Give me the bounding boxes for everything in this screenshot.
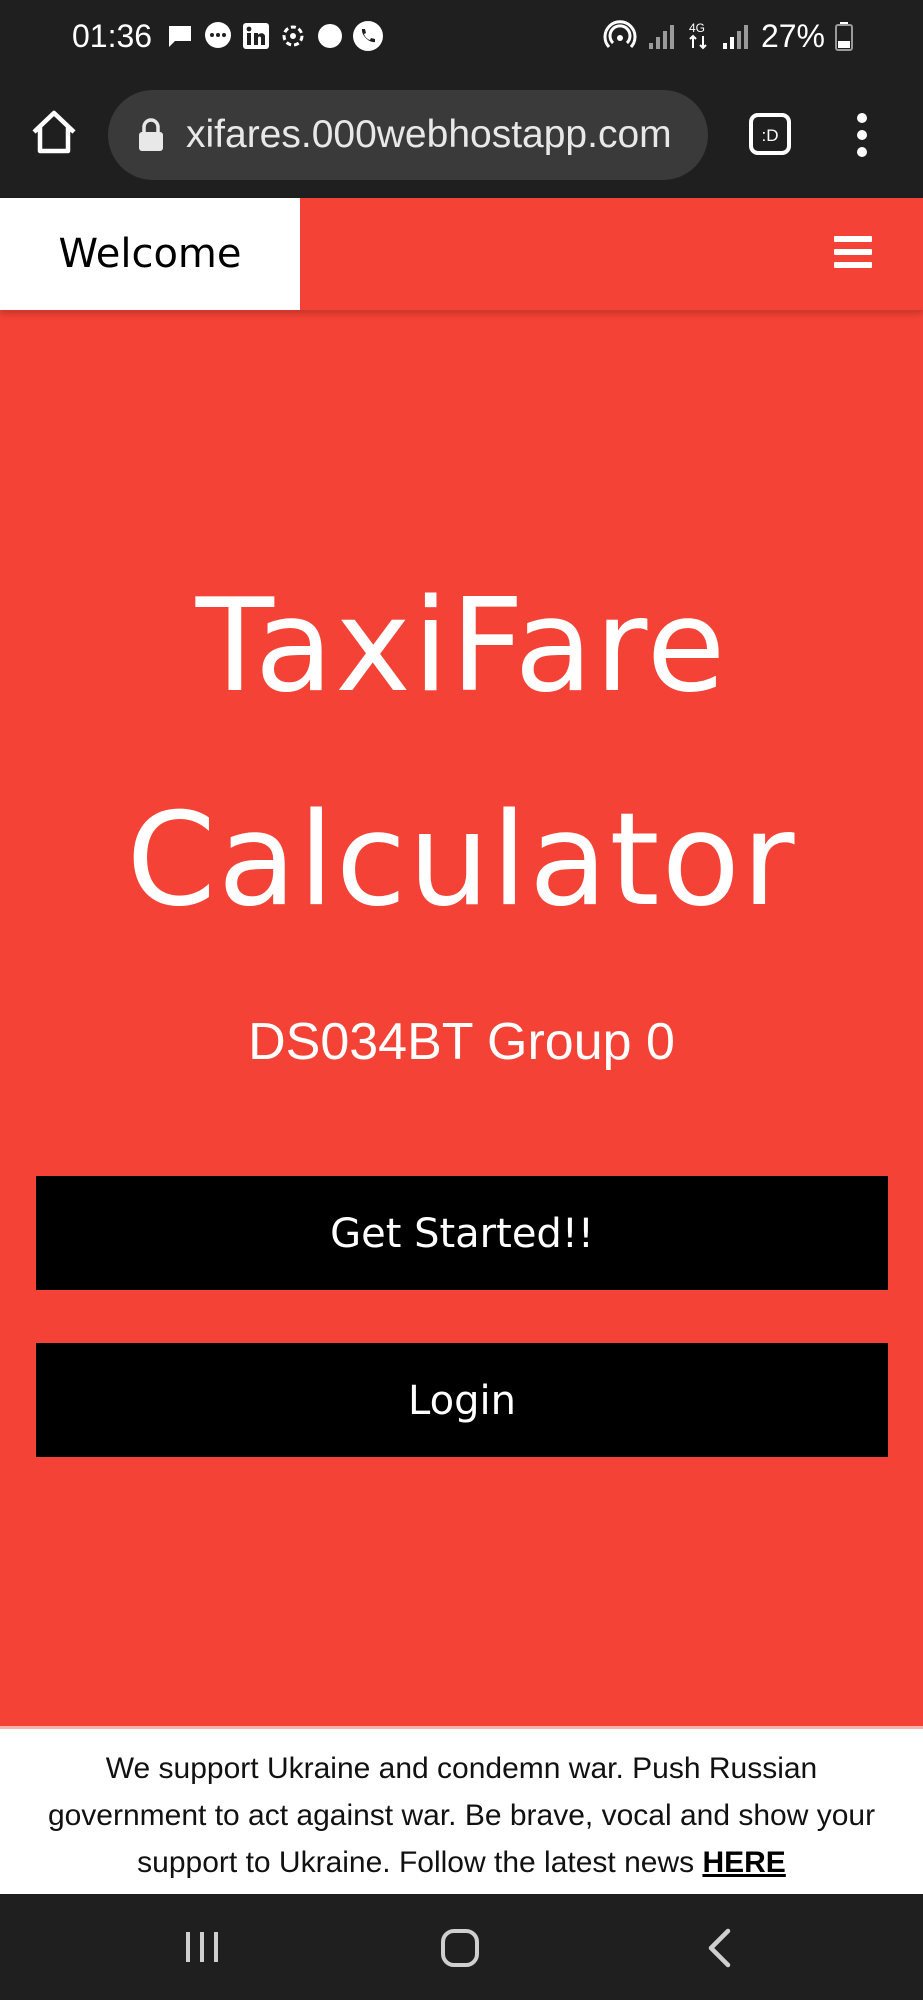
lock-icon bbox=[139, 118, 163, 151]
site-navbar: Welcome bbox=[0, 198, 923, 310]
signal-icon bbox=[648, 25, 674, 49]
dot-icon bbox=[318, 24, 342, 48]
nav-welcome[interactable]: Welcome bbox=[0, 198, 300, 310]
status-time: 01:36 bbox=[72, 18, 153, 54]
hamburger-line bbox=[834, 262, 872, 268]
message-icon bbox=[169, 26, 191, 47]
banner-link[interactable]: HERE bbox=[702, 1846, 785, 1879]
page-subtitle: DS034BT Group 0 bbox=[248, 1013, 675, 1071]
hamburger-line bbox=[834, 236, 872, 242]
back-icon[interactable] bbox=[706, 1928, 732, 1968]
status-icons-left bbox=[166, 20, 384, 52]
status-icons-right: 4G 27% bbox=[603, 16, 853, 56]
recents-icon[interactable] bbox=[184, 1930, 220, 1964]
address-bar[interactable]: xifares.000webhostapp.com bbox=[108, 90, 708, 180]
linkedin-icon bbox=[243, 23, 269, 49]
login-button[interactable]: Login bbox=[36, 1343, 888, 1457]
page-title: TaxiFare Calculator bbox=[0, 540, 923, 968]
page-title-line1: TaxiFare bbox=[195, 572, 728, 721]
hero-section: TaxiFare Calculator DS034BT Group 0 Get … bbox=[0, 310, 923, 1726]
get-started-button[interactable]: Get Started!! bbox=[36, 1176, 888, 1290]
4g-icon: 4G bbox=[689, 21, 707, 50]
browser-toolbar: xifares.000webhostapp.com :D bbox=[0, 72, 923, 198]
svg-text:4G: 4G bbox=[689, 21, 705, 35]
phone-icon bbox=[353, 21, 383, 51]
home-nav-icon[interactable] bbox=[440, 1928, 480, 1968]
overflow-menu-icon[interactable] bbox=[850, 110, 874, 160]
vpn-icon bbox=[282, 25, 304, 47]
tab-switcher-label: :D bbox=[762, 126, 779, 145]
tab-switcher-icon[interactable]: :D bbox=[748, 112, 792, 156]
battery-icon bbox=[835, 22, 853, 51]
signal-icon bbox=[722, 25, 748, 49]
ukraine-banner: We support Ukraine and condemn war. Push… bbox=[0, 1726, 923, 1894]
home-icon[interactable] bbox=[28, 106, 80, 158]
hotspot-icon bbox=[603, 20, 637, 49]
battery-percent: 27% bbox=[760, 18, 825, 54]
hamburger-icon[interactable] bbox=[834, 236, 872, 268]
chat-bubble-icon bbox=[205, 22, 231, 48]
hamburger-line bbox=[834, 249, 872, 255]
status-bar: 01:36 4G 27% bbox=[0, 0, 923, 72]
url-text[interactable]: xifares.000webhostapp.com bbox=[186, 112, 698, 158]
page-title-line2: Calculator bbox=[126, 786, 797, 935]
system-nav-bar bbox=[0, 1894, 923, 2000]
